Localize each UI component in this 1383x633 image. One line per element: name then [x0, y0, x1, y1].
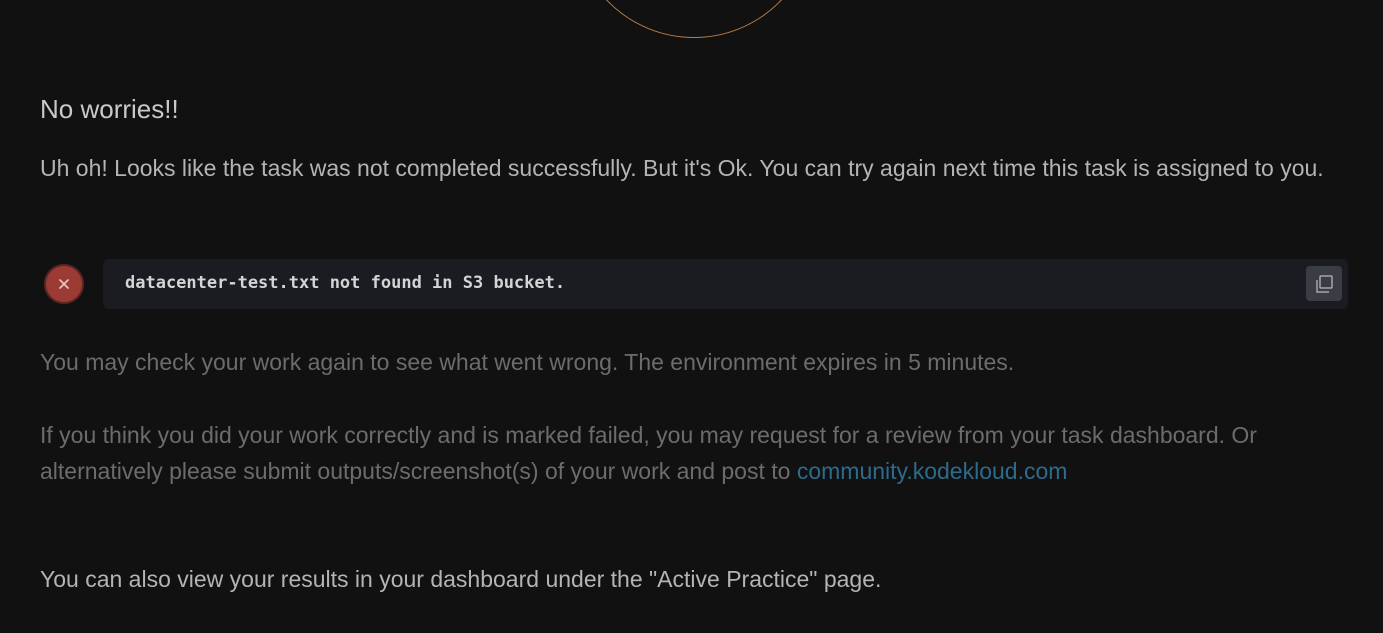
close-icon: [44, 264, 84, 304]
review-request-text: If you think you did your work correctly…: [40, 417, 1350, 489]
dashboard-note: You can also view your results in your d…: [40, 566, 882, 592]
error-message: datacenter-test.txt not found in S3 buck…: [125, 273, 566, 293]
check-again-text: You may check your work again to see wha…: [40, 349, 1015, 375]
result-heading: No worries!!: [40, 94, 179, 124]
copy-button[interactable]: [1306, 266, 1342, 301]
copy-icon: [1316, 274, 1333, 293]
result-intro-text: Uh oh! Looks like the task was not compl…: [40, 155, 1324, 181]
community-link[interactable]: community.kodekloud.com: [797, 458, 1068, 484]
error-message-box: datacenter-test.txt not found in S3 buck…: [103, 259, 1348, 309]
check-result-row: datacenter-test.txt not found in S3 buck…: [40, 259, 1348, 309]
progress-ring: [573, 0, 815, 38]
review-request-body: If you think you did your work correctly…: [40, 422, 1257, 484]
